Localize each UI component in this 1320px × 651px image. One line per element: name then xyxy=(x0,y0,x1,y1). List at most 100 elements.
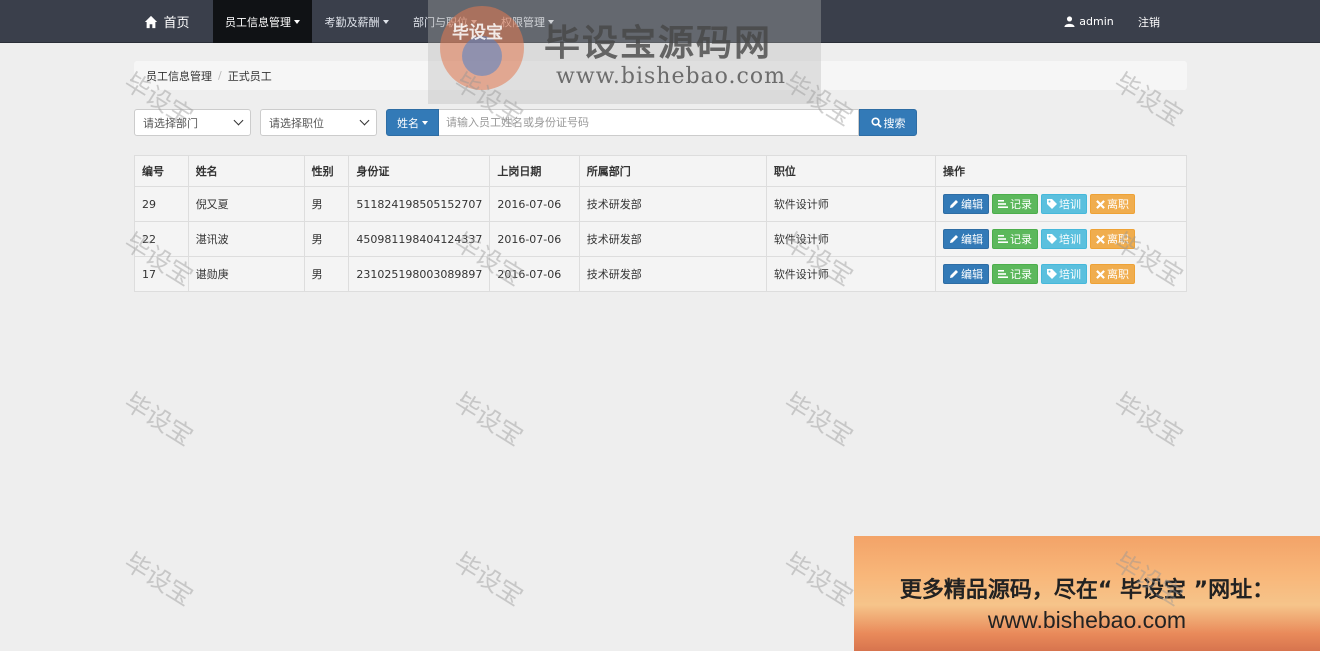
nav-attendance[interactable]: 考勤及薪酬 xyxy=(312,0,401,43)
cell-id: 17 xyxy=(134,256,189,292)
train-button-label: 培训 xyxy=(1059,268,1082,281)
pencil-icon xyxy=(950,235,959,243)
search-type-dropdown[interactable]: 姓名 xyxy=(386,109,439,136)
breadcrumb-current: 正式员工 xyxy=(227,69,272,83)
list-icon xyxy=(998,200,1009,208)
leave-button-label: 离职 xyxy=(1107,233,1130,246)
close-icon xyxy=(1096,234,1105,244)
search-icon xyxy=(870,117,882,128)
tag-icon xyxy=(1047,234,1058,244)
table-row: 22 湛讯波 男 450981198404124337 2016-07-06 技… xyxy=(134,221,1187,257)
nav-logout-label: 注销 xyxy=(1138,15,1160,29)
table-header-cell: 职位 xyxy=(765,155,937,187)
table-row: 29 倪又夏 男 511824198505152707 2016-07-06 技… xyxy=(134,186,1187,222)
caret-down-icon xyxy=(382,19,389,24)
home-icon xyxy=(145,15,158,28)
leave-button-label: 离职 xyxy=(1107,268,1130,281)
pencil-icon xyxy=(950,200,959,208)
tag-icon xyxy=(1047,269,1058,279)
leave-button[interactable]: 离职 xyxy=(1090,229,1136,249)
nav-permission[interactable]: 权限管理 xyxy=(489,0,566,43)
cell-idcard: 511824198505152707 xyxy=(348,186,491,222)
nav-attendance-label: 考勤及薪酬 xyxy=(324,15,380,29)
nav-employee-info[interactable]: 员工信息管理 xyxy=(213,0,312,43)
watermark-text: 毕设宝 xyxy=(449,387,529,452)
nav-user[interactable]: admin xyxy=(1055,0,1123,43)
table-header-row: 编号 姓名 性别 身份证 上岗日期 所属部门 职位 操作 xyxy=(134,155,1187,187)
close-icon xyxy=(1096,199,1105,209)
table-header-cell: 操作 xyxy=(935,155,1187,187)
promo-banner[interactable]: 更多精品源码，尽在“ 毕设宝 ”网址： www.bishebao.com xyxy=(854,536,1320,651)
edit-button-label: 编辑 xyxy=(961,198,984,211)
record-button[interactable]: 记录 xyxy=(992,229,1039,249)
top-navbar: 首页 员工信息管理 考勤及薪酬 部门与职位 权限管理 admin 注销 xyxy=(0,0,1320,43)
close-icon xyxy=(1096,269,1105,279)
cell-date: 2016-07-06 xyxy=(489,221,580,257)
cell-actions: 编辑 记录 培训 离职 xyxy=(935,186,1187,222)
caret-down-icon xyxy=(294,19,300,24)
edit-button-label: 编辑 xyxy=(961,233,984,246)
leave-button-label: 离职 xyxy=(1107,198,1130,211)
cell-position: 软件设计师 xyxy=(765,256,937,292)
nav-department-label: 部门与职位 xyxy=(413,15,468,29)
table-header-cell: 身份证 xyxy=(348,155,491,187)
record-button-label: 记录 xyxy=(1010,198,1033,211)
edit-button[interactable]: 编辑 xyxy=(943,264,990,284)
cell-gender: 男 xyxy=(303,186,350,222)
list-icon xyxy=(998,235,1009,243)
nav-logout[interactable]: 注销 xyxy=(1127,0,1171,43)
cell-position: 软件设计师 xyxy=(765,221,937,257)
leave-button[interactable]: 离职 xyxy=(1090,264,1136,284)
department-select-value: 请选择部门 xyxy=(143,116,198,130)
position-select[interactable]: 请选择职位 xyxy=(260,109,377,136)
cell-gender: 男 xyxy=(303,256,350,292)
cell-dept: 技术研发部 xyxy=(578,221,767,257)
search-button-label: 搜索 xyxy=(883,116,906,130)
leave-button[interactable]: 离职 xyxy=(1090,194,1136,214)
breadcrumb-parent[interactable]: 员工信息管理 xyxy=(146,68,212,84)
train-button-label: 培训 xyxy=(1059,233,1082,246)
pencil-icon xyxy=(950,270,959,278)
train-button[interactable]: 培训 xyxy=(1041,194,1088,214)
table-header-cell: 姓名 xyxy=(187,155,305,187)
watermark-text: 毕设宝 xyxy=(449,547,529,612)
search-input[interactable] xyxy=(439,109,859,136)
cell-date: 2016-07-06 xyxy=(489,256,580,292)
train-button[interactable]: 培训 xyxy=(1041,229,1088,249)
cell-name: 倪又夏 xyxy=(187,186,305,222)
record-button-label: 记录 xyxy=(1010,268,1033,281)
edit-button-label: 编辑 xyxy=(961,268,984,281)
record-button[interactable]: 记录 xyxy=(992,194,1039,214)
cell-actions: 编辑 记录 培训 离职 xyxy=(935,256,1187,292)
department-select[interactable]: 请选择部门 xyxy=(134,109,251,136)
user-icon xyxy=(1064,16,1075,27)
cell-idcard: 450981198404124337 xyxy=(348,221,491,257)
position-select-value: 请选择职位 xyxy=(269,116,324,130)
nav-home[interactable]: 首页 xyxy=(134,0,200,43)
search-type-label: 姓名 xyxy=(397,116,419,130)
nav-department[interactable]: 部门与职位 xyxy=(401,0,489,43)
edit-button[interactable]: 编辑 xyxy=(943,194,990,214)
chevron-down-icon xyxy=(359,115,370,126)
watermark-text: 毕设宝 xyxy=(119,547,199,612)
edit-button[interactable]: 编辑 xyxy=(943,229,990,249)
record-button[interactable]: 记录 xyxy=(992,264,1039,284)
cell-gender: 男 xyxy=(303,221,350,257)
caret-down-icon xyxy=(471,19,477,24)
cell-idcard: 231025198003089897 xyxy=(348,256,491,292)
promo-banner-url: www.bishebao.com xyxy=(987,607,1187,633)
caret-down-icon xyxy=(422,120,428,125)
cell-name: 谌勋庚 xyxy=(187,256,305,292)
watermark-text: 毕设宝 xyxy=(779,387,859,452)
tag-icon xyxy=(1047,199,1058,209)
table-header-cell: 所属部门 xyxy=(578,155,767,187)
cell-name: 湛讯波 xyxy=(187,221,305,257)
record-button-label: 记录 xyxy=(1010,233,1033,246)
table-row: 17 谌勋庚 男 231025198003089897 2016-07-06 技… xyxy=(134,256,1187,292)
breadcrumb-separator: / xyxy=(218,69,222,82)
table-header-cell: 上岗日期 xyxy=(489,155,580,187)
train-button[interactable]: 培训 xyxy=(1041,264,1088,284)
search-button[interactable]: 搜索 xyxy=(859,109,917,136)
nav-permission-label: 权限管理 xyxy=(501,15,545,29)
list-icon xyxy=(998,270,1009,278)
